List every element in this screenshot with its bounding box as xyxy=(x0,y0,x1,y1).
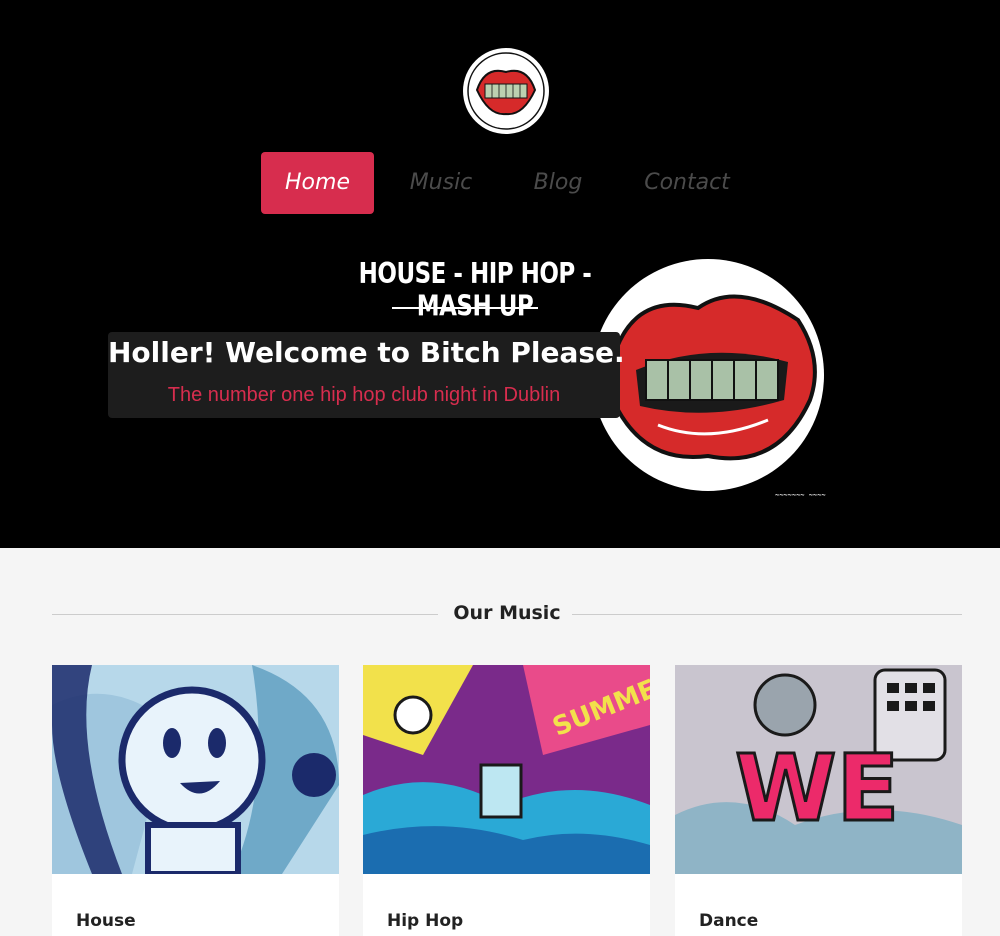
main-nav: Home Music Blog Contact xyxy=(0,152,1000,214)
card-title-dance: Dance xyxy=(699,911,759,931)
artist-credit: ~~~~~~~ ~~~~ xyxy=(775,491,826,499)
music-section-header: Our Music xyxy=(52,600,962,630)
lips-logo-icon xyxy=(465,50,547,132)
dance-artwork-image[interactable]: WE xyxy=(675,665,962,874)
genres-heading: HOUSE - HIP HOP - MASH UP xyxy=(358,258,592,323)
music-card-house[interactable]: House xyxy=(52,665,339,936)
music-card-hip-hop[interactable]: SUMMER Hip Hop xyxy=(363,665,650,936)
welcome-title: Holler! Welcome to Bitch Please. xyxy=(108,336,625,369)
hip-hop-artwork-image[interactable]: SUMMER xyxy=(363,665,650,874)
welcome-banner: Holler! Welcome to Bitch Please. The num… xyxy=(108,332,625,418)
header-rule-right xyxy=(572,614,962,615)
nav-home[interactable]: Home xyxy=(261,152,374,214)
card-title-hip-hop: Hip Hop xyxy=(387,911,464,931)
hero-logo xyxy=(588,250,828,500)
house-artwork-image[interactable] xyxy=(52,665,339,874)
welcome-subtitle: The number one hip hop club night in Dub… xyxy=(167,384,561,406)
nav-blog[interactable]: Blog xyxy=(522,152,594,214)
site-logo[interactable] xyxy=(463,48,549,134)
hero-section: Home Music Blog Contact HOUSE - HIP HOP … xyxy=(0,0,1000,548)
lips-logo-large-icon xyxy=(592,259,824,491)
nav-contact[interactable]: Contact xyxy=(634,152,740,214)
music-card-dance[interactable]: WE Dance xyxy=(675,665,962,936)
we-art-text: WE xyxy=(735,735,899,842)
card-title-house: House xyxy=(76,911,136,931)
genres-divider xyxy=(392,307,538,309)
section-title: Our Music xyxy=(453,602,561,624)
nav-music[interactable]: Music xyxy=(400,152,482,214)
